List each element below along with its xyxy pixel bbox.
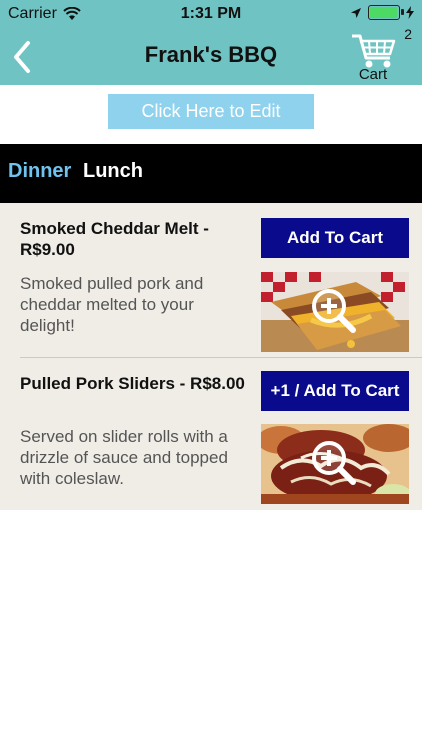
- menu-tabs: Dinner Lunch: [0, 144, 422, 203]
- battery-icon: [368, 5, 404, 20]
- battery-fill: [370, 7, 397, 18]
- menu-item-title: Pulled Pork Sliders - R$8.00: [20, 374, 245, 393]
- tab-dinner[interactable]: Dinner: [8, 160, 71, 183]
- status-bar: Carrier 1:31 PM: [0, 0, 422, 28]
- add-to-cart-button[interactable]: Add To Cart: [261, 218, 409, 258]
- menu-list: Smoked Cheddar Melt - R$9.00 Add To Cart…: [0, 203, 422, 510]
- cart-label: Cart: [358, 66, 388, 83]
- menu-item: Pulled Pork Sliders - R$8.00 +1 / Add To…: [0, 358, 422, 510]
- add-to-cart-button[interactable]: +1 / Add To Cart: [261, 371, 409, 411]
- menu-item-photo[interactable]: [261, 424, 409, 504]
- zoom-in-icon: [312, 289, 356, 333]
- edit-area: Click Here to Edit: [0, 85, 422, 144]
- menu-item-title: Smoked Cheddar Melt - R$9.00: [20, 219, 209, 259]
- nav-bar: Frank's BBQ 2 Cart: [0, 26, 422, 85]
- menu-item: Smoked Cheddar Melt - R$9.00 Add To Cart…: [0, 203, 422, 358]
- cart-icon: [352, 34, 396, 68]
- menu-item-description: Smoked pulled pork and cheddar melted to…: [20, 274, 204, 335]
- edit-button[interactable]: Click Here to Edit: [108, 94, 314, 129]
- location-arrow-icon: [351, 7, 361, 18]
- zoom-in-icon: [312, 441, 356, 485]
- status-right: [350, 5, 414, 20]
- menu-item-description: Served on slider rolls with a drizzle of…: [20, 427, 228, 488]
- cart-button[interactable]: 2 Cart: [342, 26, 412, 85]
- tab-lunch[interactable]: Lunch: [83, 160, 143, 183]
- menu-item-photo[interactable]: [261, 272, 409, 352]
- charging-bolt-icon: [406, 6, 414, 19]
- cart-count-badge: 2: [404, 26, 412, 42]
